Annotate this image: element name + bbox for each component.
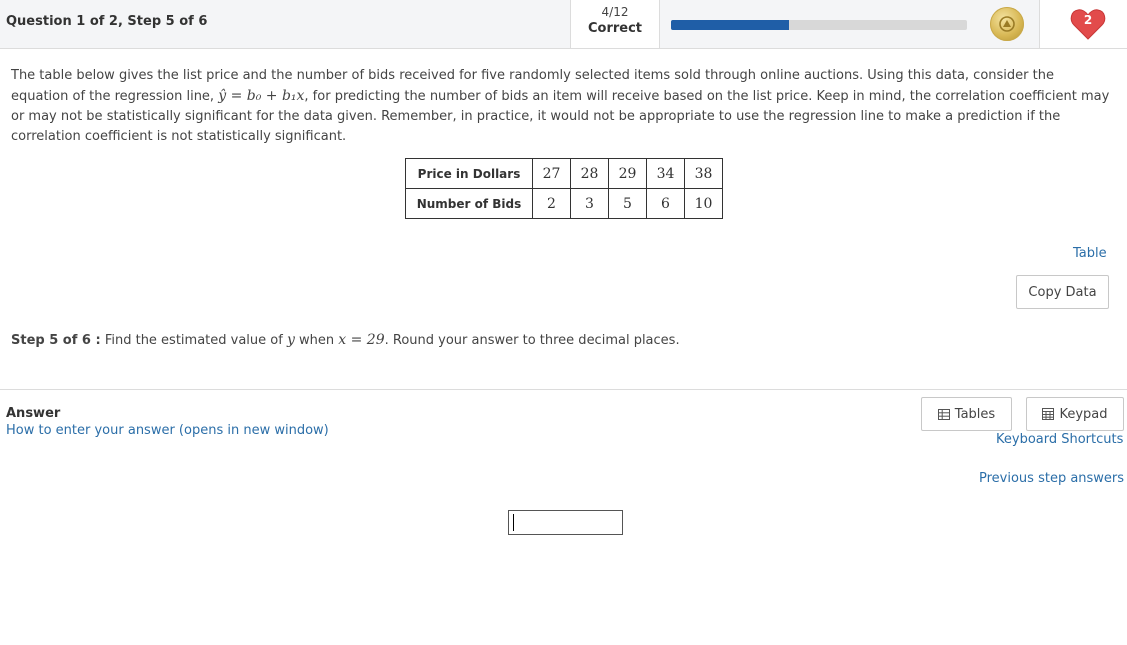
price-cell: 27 xyxy=(532,158,571,189)
table-row-price: Price in Dollars 27 28 29 34 38 xyxy=(405,158,723,189)
keypad-button[interactable]: Keypad xyxy=(1026,397,1124,431)
bids-cell: 2 xyxy=(532,188,571,219)
tables-button[interactable]: Tables xyxy=(921,397,1012,431)
problem-statement: The table below gives the list price and… xyxy=(11,66,1111,147)
coin-badge-icon[interactable] xyxy=(990,7,1024,41)
top-header: Question 1 of 2, Step 5 of 6 4/12 Correc… xyxy=(0,0,1127,49)
tables-button-label: Tables xyxy=(954,406,996,422)
row-header-price: Price in Dollars xyxy=(405,158,533,189)
answer-input[interactable] xyxy=(508,510,623,535)
bids-cell: 10 xyxy=(684,188,723,219)
keypad-icon xyxy=(1042,408,1055,420)
keypad-button-label: Keypad xyxy=(1059,406,1108,422)
question-step-title: Question 1 of 2, Step 5 of 6 xyxy=(6,14,208,29)
price-cell: 34 xyxy=(646,158,685,189)
previous-step-answers-link[interactable]: Previous step answers xyxy=(979,471,1124,486)
step-var-y: y xyxy=(286,332,295,348)
bids-cell: 6 xyxy=(646,188,685,219)
hearts-box: 2 xyxy=(1039,0,1127,48)
progress-bar xyxy=(671,20,967,30)
table-row-bids: Number of Bids 2 3 5 6 10 xyxy=(405,188,723,219)
row-header-bids: Number of Bids xyxy=(405,188,533,219)
bids-cell: 5 xyxy=(608,188,647,219)
regression-equation: ŷ = b₀ + b₁x xyxy=(218,88,305,104)
bids-cell: 3 xyxy=(570,188,609,219)
answer-label: Answer xyxy=(6,406,61,421)
progress-fill xyxy=(671,20,790,30)
score-fraction: 4/12 xyxy=(601,5,629,19)
step-prompt: Step 5 of 6 : Find the estimated value o… xyxy=(11,332,680,348)
how-to-enter-link[interactable]: How to enter your answer (opens in new w… xyxy=(6,423,329,438)
step-label: Step 5 of 6 : xyxy=(11,333,101,348)
score-box: 4/12 Correct xyxy=(570,0,660,48)
table-grid-icon xyxy=(937,408,950,420)
score-label: Correct xyxy=(587,21,643,36)
data-table: Price in Dollars 27 28 29 34 38 Number o… xyxy=(405,158,723,219)
step-text-b: when xyxy=(299,333,335,348)
hearts-count: 2 xyxy=(1083,13,1093,27)
section-divider xyxy=(0,389,1127,390)
price-cell: 38 xyxy=(684,158,723,189)
step-text-c: . Round your answer to three decimal pla… xyxy=(384,333,680,348)
price-cell: 29 xyxy=(608,158,647,189)
table-link[interactable]: Table xyxy=(1073,246,1107,261)
copy-data-button[interactable]: Copy Data xyxy=(1016,275,1109,309)
step-equation: x = 29 xyxy=(338,332,385,348)
step-text-a: Find the estimated value of xyxy=(104,333,283,348)
keyboard-shortcuts-link[interactable]: Keyboard Shortcuts xyxy=(996,432,1123,447)
text-caret xyxy=(513,514,514,531)
price-cell: 28 xyxy=(570,158,609,189)
